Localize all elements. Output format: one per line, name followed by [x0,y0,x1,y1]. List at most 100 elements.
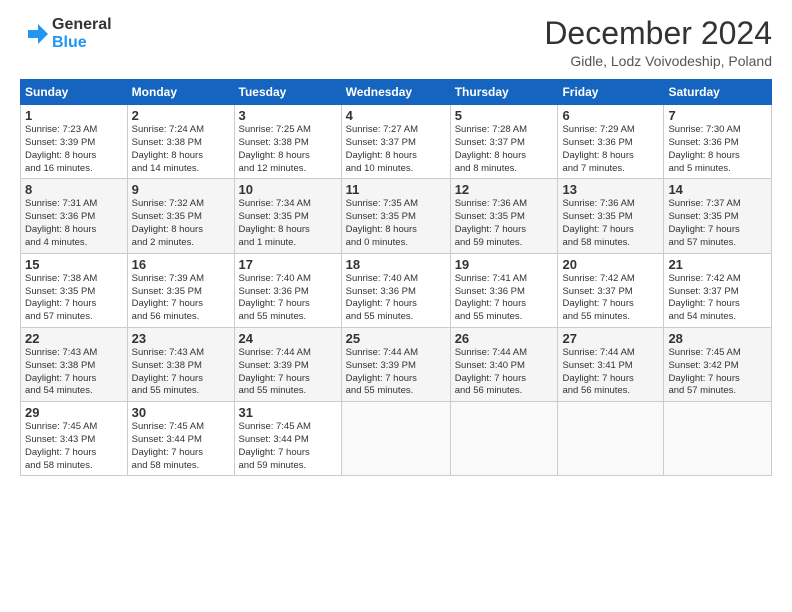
calendar-cell: 20Sunrise: 7:42 AM Sunset: 3:37 PM Dayli… [558,253,664,327]
calendar-cell: 30Sunrise: 7:45 AM Sunset: 3:44 PM Dayli… [127,402,234,476]
day-number: 13 [562,182,659,197]
day-number: 28 [668,331,767,346]
day-number: 17 [239,257,337,272]
day-info: Sunrise: 7:32 AM Sunset: 3:35 PM Dayligh… [132,198,230,249]
day-number: 15 [25,257,123,272]
logo-text: General Blue [52,16,112,51]
day-number: 3 [239,108,337,123]
day-info: Sunrise: 7:30 AM Sunset: 3:36 PM Dayligh… [668,124,767,175]
calendar-cell: 11Sunrise: 7:35 AM Sunset: 3:35 PM Dayli… [341,179,450,253]
calendar-week-4: 22Sunrise: 7:43 AM Sunset: 3:38 PM Dayli… [21,327,772,401]
page: General Blue December 2024 Gidle, Lodz V… [0,0,792,612]
day-number: 25 [346,331,446,346]
day-info: Sunrise: 7:40 AM Sunset: 3:36 PM Dayligh… [346,273,446,324]
day-info: Sunrise: 7:41 AM Sunset: 3:36 PM Dayligh… [455,273,554,324]
day-number: 23 [132,331,230,346]
calendar-cell: 2Sunrise: 7:24 AM Sunset: 3:38 PM Daylig… [127,105,234,179]
day-number: 21 [668,257,767,272]
calendar-cell: 27Sunrise: 7:44 AM Sunset: 3:41 PM Dayli… [558,327,664,401]
day-number: 7 [668,108,767,123]
day-info: Sunrise: 7:43 AM Sunset: 3:38 PM Dayligh… [25,347,123,398]
calendar-header-friday: Friday [558,80,664,105]
calendar-cell: 19Sunrise: 7:41 AM Sunset: 3:36 PM Dayli… [450,253,558,327]
day-number: 2 [132,108,230,123]
calendar-cell: 16Sunrise: 7:39 AM Sunset: 3:35 PM Dayli… [127,253,234,327]
calendar-cell: 14Sunrise: 7:37 AM Sunset: 3:35 PM Dayli… [664,179,772,253]
calendar-cell: 12Sunrise: 7:36 AM Sunset: 3:35 PM Dayli… [450,179,558,253]
day-number: 18 [346,257,446,272]
title-block: December 2024 Gidle, Lodz Voivodeship, P… [544,16,772,69]
day-info: Sunrise: 7:40 AM Sunset: 3:36 PM Dayligh… [239,273,337,324]
calendar-cell: 15Sunrise: 7:38 AM Sunset: 3:35 PM Dayli… [21,253,128,327]
day-info: Sunrise: 7:29 AM Sunset: 3:36 PM Dayligh… [562,124,659,175]
day-number: 6 [562,108,659,123]
day-number: 14 [668,182,767,197]
calendar-cell: 28Sunrise: 7:45 AM Sunset: 3:42 PM Dayli… [664,327,772,401]
day-info: Sunrise: 7:24 AM Sunset: 3:38 PM Dayligh… [132,124,230,175]
calendar-cell: 4Sunrise: 7:27 AM Sunset: 3:37 PM Daylig… [341,105,450,179]
day-info: Sunrise: 7:25 AM Sunset: 3:38 PM Dayligh… [239,124,337,175]
calendar-cell [450,402,558,476]
calendar-cell: 18Sunrise: 7:40 AM Sunset: 3:36 PM Dayli… [341,253,450,327]
day-info: Sunrise: 7:36 AM Sunset: 3:35 PM Dayligh… [562,198,659,249]
calendar-table: SundayMondayTuesdayWednesdayThursdayFrid… [20,79,772,476]
day-info: Sunrise: 7:28 AM Sunset: 3:37 PM Dayligh… [455,124,554,175]
day-number: 11 [346,182,446,197]
day-number: 8 [25,182,123,197]
day-number: 19 [455,257,554,272]
calendar-cell: 5Sunrise: 7:28 AM Sunset: 3:37 PM Daylig… [450,105,558,179]
calendar-cell: 24Sunrise: 7:44 AM Sunset: 3:39 PM Dayli… [234,327,341,401]
day-info: Sunrise: 7:44 AM Sunset: 3:39 PM Dayligh… [346,347,446,398]
day-info: Sunrise: 7:27 AM Sunset: 3:37 PM Dayligh… [346,124,446,175]
day-info: Sunrise: 7:45 AM Sunset: 3:44 PM Dayligh… [239,421,337,472]
header: General Blue December 2024 Gidle, Lodz V… [20,16,772,69]
day-info: Sunrise: 7:44 AM Sunset: 3:41 PM Dayligh… [562,347,659,398]
calendar-cell [558,402,664,476]
day-number: 30 [132,405,230,420]
calendar-header-saturday: Saturday [664,80,772,105]
day-number: 12 [455,182,554,197]
day-info: Sunrise: 7:37 AM Sunset: 3:35 PM Dayligh… [668,198,767,249]
calendar-cell: 31Sunrise: 7:45 AM Sunset: 3:44 PM Dayli… [234,402,341,476]
day-info: Sunrise: 7:36 AM Sunset: 3:35 PM Dayligh… [455,198,554,249]
calendar-cell: 13Sunrise: 7:36 AM Sunset: 3:35 PM Dayli… [558,179,664,253]
calendar-cell: 22Sunrise: 7:43 AM Sunset: 3:38 PM Dayli… [21,327,128,401]
calendar-header-sunday: Sunday [21,80,128,105]
day-number: 20 [562,257,659,272]
day-number: 16 [132,257,230,272]
day-info: Sunrise: 7:34 AM Sunset: 3:35 PM Dayligh… [239,198,337,249]
calendar-cell: 26Sunrise: 7:44 AM Sunset: 3:40 PM Dayli… [450,327,558,401]
calendar-cell: 3Sunrise: 7:25 AM Sunset: 3:38 PM Daylig… [234,105,341,179]
day-info: Sunrise: 7:39 AM Sunset: 3:35 PM Dayligh… [132,273,230,324]
calendar-cell [341,402,450,476]
calendar-cell: 8Sunrise: 7:31 AM Sunset: 3:36 PM Daylig… [21,179,128,253]
day-info: Sunrise: 7:31 AM Sunset: 3:36 PM Dayligh… [25,198,123,249]
day-number: 27 [562,331,659,346]
day-number: 9 [132,182,230,197]
day-info: Sunrise: 7:45 AM Sunset: 3:44 PM Dayligh… [132,421,230,472]
day-number: 31 [239,405,337,420]
day-info: Sunrise: 7:42 AM Sunset: 3:37 PM Dayligh… [668,273,767,324]
calendar-cell: 7Sunrise: 7:30 AM Sunset: 3:36 PM Daylig… [664,105,772,179]
calendar-cell: 23Sunrise: 7:43 AM Sunset: 3:38 PM Dayli… [127,327,234,401]
day-number: 1 [25,108,123,123]
calendar-cell: 1Sunrise: 7:23 AM Sunset: 3:39 PM Daylig… [21,105,128,179]
day-number: 24 [239,331,337,346]
calendar-week-2: 8Sunrise: 7:31 AM Sunset: 3:36 PM Daylig… [21,179,772,253]
calendar-cell: 9Sunrise: 7:32 AM Sunset: 3:35 PM Daylig… [127,179,234,253]
day-info: Sunrise: 7:23 AM Sunset: 3:39 PM Dayligh… [25,124,123,175]
day-number: 22 [25,331,123,346]
calendar-cell: 6Sunrise: 7:29 AM Sunset: 3:36 PM Daylig… [558,105,664,179]
calendar-cell: 10Sunrise: 7:34 AM Sunset: 3:35 PM Dayli… [234,179,341,253]
calendar-cell: 29Sunrise: 7:45 AM Sunset: 3:43 PM Dayli… [21,402,128,476]
calendar-cell [664,402,772,476]
calendar-header-wednesday: Wednesday [341,80,450,105]
calendar-header-tuesday: Tuesday [234,80,341,105]
day-info: Sunrise: 7:35 AM Sunset: 3:35 PM Dayligh… [346,198,446,249]
day-number: 5 [455,108,554,123]
calendar-week-3: 15Sunrise: 7:38 AM Sunset: 3:35 PM Dayli… [21,253,772,327]
calendar-header-monday: Monday [127,80,234,105]
logo: General Blue [20,16,112,51]
calendar-cell: 25Sunrise: 7:44 AM Sunset: 3:39 PM Dayli… [341,327,450,401]
day-info: Sunrise: 7:45 AM Sunset: 3:43 PM Dayligh… [25,421,123,472]
